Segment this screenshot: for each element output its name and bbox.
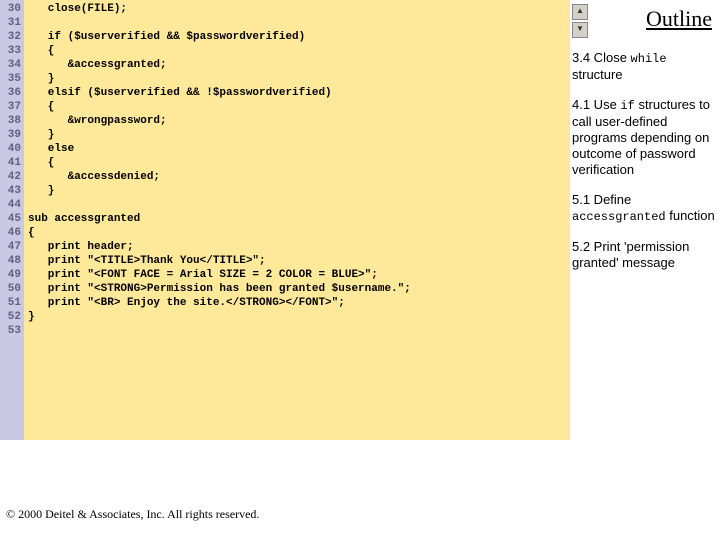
copyright-icon: © xyxy=(6,507,15,521)
nav-up-button[interactable]: ▲ xyxy=(572,4,588,20)
code-area: 3031323334353637383940414243444546474849… xyxy=(0,0,570,440)
nav-down-button[interactable]: ▼ xyxy=(572,22,588,38)
note-1: 3.4 Close while structure xyxy=(572,50,717,83)
outline-heading: Outline xyxy=(646,6,712,32)
code-lines: close(FILE); if ($userverified && $passw… xyxy=(28,2,411,324)
copyright-footer: © 2000 Deitel & Associates, Inc. All rig… xyxy=(6,507,259,522)
note-2: 4.1 Use if structures to call user-defin… xyxy=(572,97,717,178)
note-4: 5.2 Print 'permission granted' message xyxy=(572,239,717,271)
code-content: close(FILE); if ($userverified && $passw… xyxy=(24,0,411,440)
outline-notes: 3.4 Close while structure 4.1 Use if str… xyxy=(572,50,717,285)
note-3: 5.1 Define accessgranted function xyxy=(572,192,717,225)
line-number-gutter: 3031323334353637383940414243444546474849… xyxy=(0,0,24,440)
nav-buttons: ▲ ▼ xyxy=(572,4,588,40)
